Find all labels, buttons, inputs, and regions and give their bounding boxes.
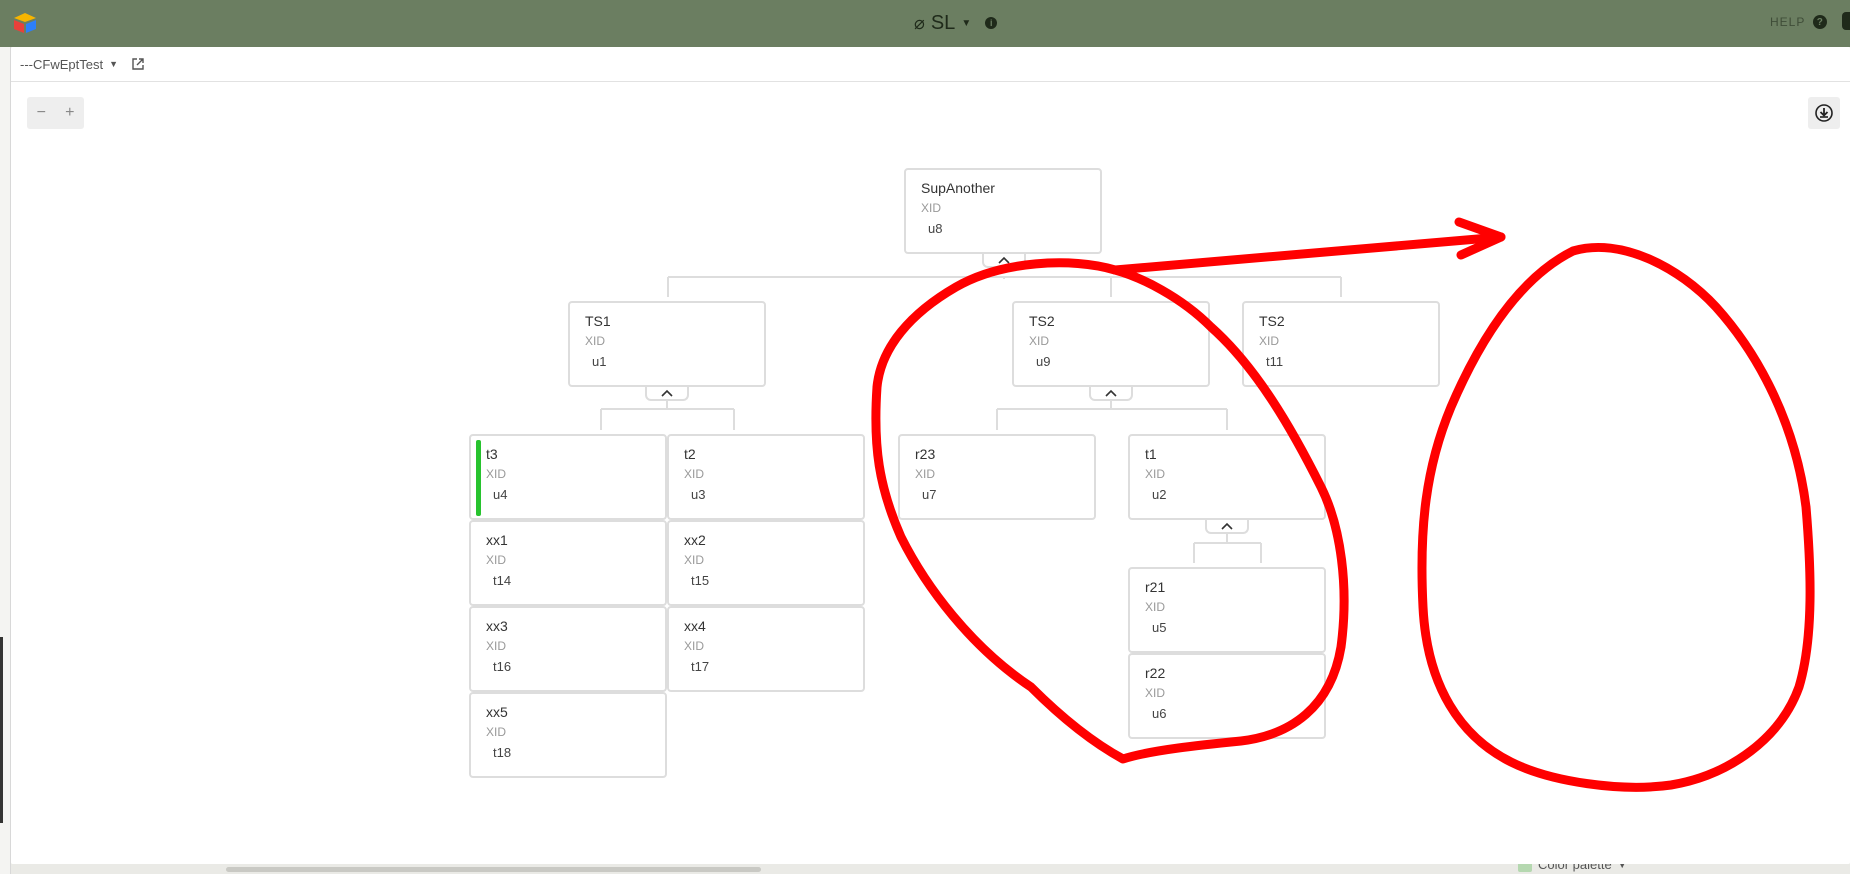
- node-name: xx5: [486, 704, 508, 720]
- node-xid-value: u1: [592, 354, 607, 369]
- org-node-ts2-a[interactable]: TS2 XID u9: [1012, 301, 1210, 387]
- node-xid-value: u5: [1152, 620, 1167, 635]
- collapse-toggle[interactable]: [1089, 387, 1133, 401]
- org-node-ts2-b[interactable]: TS2 XID t11: [1242, 301, 1440, 387]
- info-icon[interactable]: i: [985, 17, 998, 29]
- node-xid-label: XID: [1145, 686, 1166, 700]
- node-name: TS2: [1259, 313, 1285, 329]
- org-node-xx1[interactable]: xx1 XID t14: [469, 520, 667, 606]
- question-icon: ?: [1813, 15, 1828, 29]
- node-xid-label: XID: [1029, 334, 1050, 348]
- node-name: TS2: [1029, 313, 1055, 329]
- chevron-up-icon: [661, 389, 673, 397]
- chevron-up-icon: [1221, 522, 1233, 530]
- help-button[interactable]: HELP ?: [1770, 15, 1828, 29]
- node-xid-label: XID: [486, 467, 507, 481]
- base-title[interactable]: ⌀ SL ▼ i: [914, 11, 998, 35]
- node-xid-label: XID: [684, 639, 705, 653]
- download-icon: [1815, 104, 1833, 122]
- chevron-up-icon: [1105, 389, 1117, 397]
- node-name: xx1: [486, 532, 508, 548]
- node-xid-label: XID: [1145, 600, 1166, 614]
- org-node-t1[interactable]: t1 XID u2: [1128, 434, 1326, 520]
- node-xid-label: XID: [486, 553, 507, 567]
- org-node-xx3[interactable]: xx3 XID t16: [469, 606, 667, 692]
- org-node-xx4[interactable]: xx4 XID t17: [667, 606, 865, 692]
- node-name: xx4: [684, 618, 706, 634]
- node-xid-value: t11: [1266, 354, 1284, 369]
- node-xid-label: XID: [486, 639, 507, 653]
- node-xid-value: u2: [1152, 487, 1167, 502]
- annotation-arrowhead: [1454, 217, 1506, 260]
- zoom-out-button[interactable]: −: [37, 104, 46, 122]
- external-link-icon[interactable]: [132, 58, 144, 70]
- chevron-down-icon: ▼: [961, 17, 972, 29]
- node-name: t1: [1145, 446, 1157, 462]
- background-bar: [0, 637, 3, 823]
- node-name: t2: [684, 446, 696, 462]
- node-xid-label: XID: [684, 467, 705, 481]
- node-name: r22: [1145, 665, 1166, 681]
- node-xid-value: t15: [691, 573, 710, 588]
- expanded-widget-modal: ---CFwEptTest ▼ − + SupAnother XID u8 TS…: [11, 47, 1850, 864]
- node-name: TS1: [585, 313, 611, 329]
- node-xid-label: XID: [585, 334, 606, 348]
- org-node-t3[interactable]: t3 XID u4: [469, 434, 667, 520]
- org-node-r22[interactable]: r22 XID u6: [1128, 653, 1326, 739]
- background-grid-edge: [0, 47, 11, 874]
- node-xid-value: t16: [493, 659, 512, 674]
- chevron-up-icon: [998, 256, 1010, 264]
- modal-header: ---CFwEptTest ▼: [11, 47, 1850, 82]
- node-xid-value: t14: [493, 573, 512, 588]
- node-name: xx2: [684, 532, 706, 548]
- org-node-t2[interactable]: t2 XID u3: [667, 434, 865, 520]
- zoom-controls: − +: [27, 97, 84, 129]
- base-name: SL: [930, 11, 956, 34]
- org-node-xx2[interactable]: xx2 XID t15: [667, 520, 865, 606]
- annotation-circle: [1417, 243, 1815, 792]
- collapse-toggle[interactable]: [1205, 520, 1249, 534]
- node-name: SupAnother: [921, 180, 995, 196]
- collapse-toggle[interactable]: [645, 387, 689, 401]
- download-button[interactable]: [1808, 97, 1840, 129]
- help-label: HELP: [1770, 15, 1806, 29]
- app-logo-icon[interactable]: [12, 12, 38, 34]
- node-xid-value: u3: [691, 487, 706, 502]
- node-name: xx3: [486, 618, 508, 634]
- node-xid-label: XID: [486, 725, 507, 739]
- chevron-down-icon: ▼: [109, 59, 118, 69]
- node-xid-value: u8: [928, 221, 943, 236]
- node-name: t3: [486, 446, 498, 462]
- node-xid-label: XID: [915, 467, 936, 481]
- node-xid-value: u9: [1036, 354, 1051, 369]
- node-xid-value: t18: [493, 745, 512, 760]
- widget-selector[interactable]: ---CFwEptTest ▼: [20, 57, 118, 72]
- node-xid-label: XID: [684, 553, 705, 567]
- org-node-supanother[interactable]: SupAnother XID u8: [904, 168, 1102, 254]
- org-node-r21[interactable]: r21 XID u5: [1128, 567, 1326, 653]
- zoom-in-button[interactable]: +: [65, 104, 74, 122]
- notification-icon[interactable]: [1842, 12, 1850, 30]
- leaf-icon: ⌀: [914, 12, 925, 33]
- collapse-toggle[interactable]: [982, 254, 1026, 268]
- org-node-r23[interactable]: r23 XID u7: [898, 434, 1096, 520]
- org-node-xx5[interactable]: xx5 XID t18: [469, 692, 667, 778]
- annotation-arrow: [1110, 232, 1506, 275]
- selected-indicator: [476, 440, 481, 516]
- node-xid-value: u6: [1152, 706, 1167, 721]
- node-xid-value: u7: [922, 487, 937, 502]
- org-node-ts1[interactable]: TS1 XID u1: [568, 301, 766, 387]
- node-xid-label: XID: [921, 201, 942, 215]
- node-xid-label: XID: [1259, 334, 1280, 348]
- horizontal-scrollbar[interactable]: [226, 867, 761, 872]
- node-xid-value: u4: [493, 487, 508, 502]
- widget-name: ---CFwEptTest: [20, 56, 104, 72]
- node-xid-label: XID: [1145, 467, 1166, 481]
- node-name: r23: [915, 446, 936, 462]
- top-bar: ⌀ SL ▼ i HELP ?: [0, 0, 1850, 47]
- node-name: r21: [1145, 579, 1166, 595]
- node-xid-value: t17: [691, 659, 710, 674]
